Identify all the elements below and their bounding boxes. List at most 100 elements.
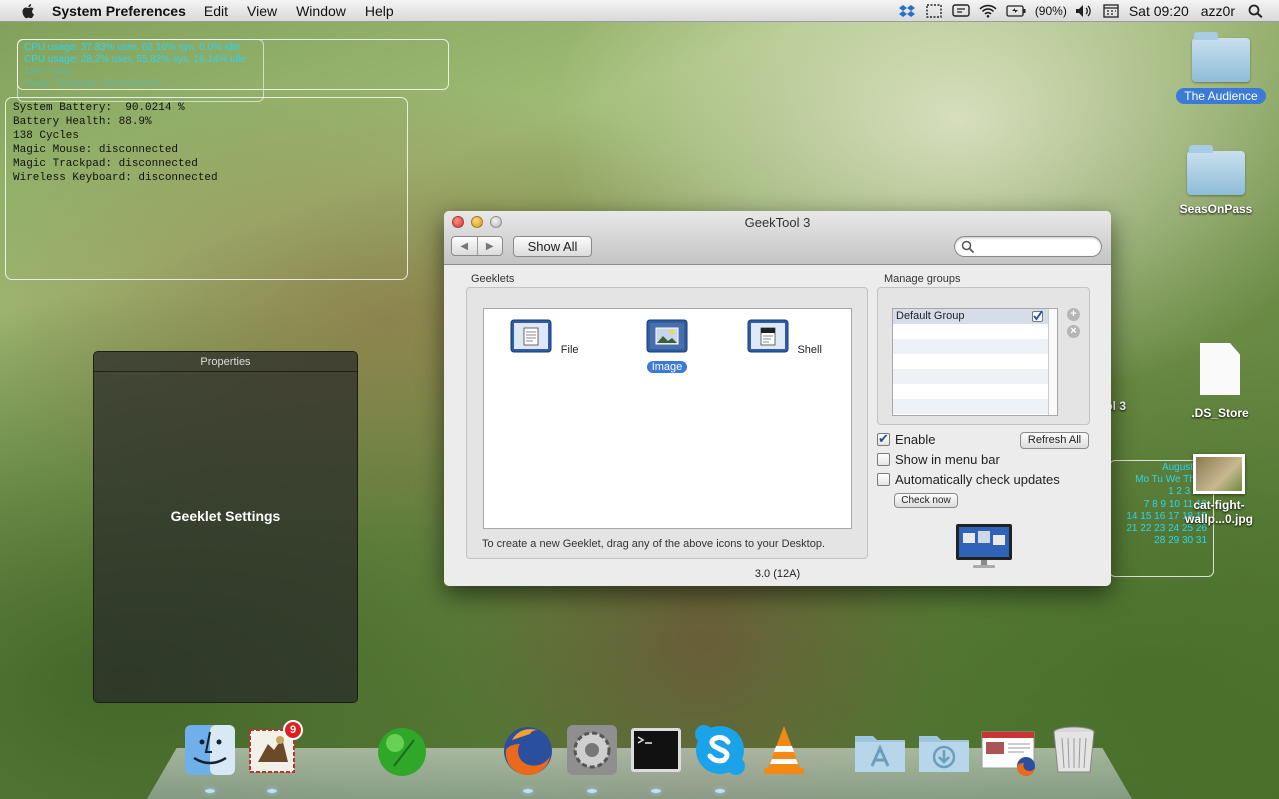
trash-icon[interactable] <box>1046 722 1102 778</box>
enable-row: Enable <box>877 431 935 447</box>
running-indicator <box>587 789 597 793</box>
wifi-icon[interactable] <box>979 4 997 18</box>
show-all-button[interactable]: Show All <box>513 236 592 257</box>
geeklet-settings-label: Geeklet Settings <box>170 508 281 524</box>
apple-menu-icon[interactable] <box>20 3 38 19</box>
geeklet-image[interactable]: Image <box>627 319 707 373</box>
downloads-folder-icon[interactable] <box>916 722 972 778</box>
battery-percent: (90%) <box>1034 4 1067 18</box>
search-input[interactable] <box>954 236 1102 257</box>
running-indicator <box>715 789 725 793</box>
group-name: Default Group <box>896 310 965 322</box>
geeklet-label: Image <box>646 361 688 373</box>
group-row-empty <box>893 324 1057 339</box>
finder-icon[interactable] <box>182 722 238 778</box>
geektool-menu-icon[interactable] <box>952 4 970 18</box>
geektool-window: GeekTool 3 ◀ ▶ Show All Geeklets File Im… <box>444 211 1111 586</box>
folder-icon <box>1192 32 1250 82</box>
skype-icon[interactable] <box>692 722 748 778</box>
document-icon <box>1200 343 1240 395</box>
vlc-icon[interactable] <box>756 722 812 778</box>
menu-edit[interactable]: Edit <box>204 3 228 19</box>
geektool-monitor-icon <box>956 524 1012 568</box>
battery-line: Magic Trackpad: disconnected <box>13 158 198 170</box>
back-button[interactable]: ◀ <box>452 237 478 255</box>
cycles-line: 138 Cycles <box>24 66 74 77</box>
manage-groups-label: Manage groups <box>884 273 961 285</box>
desktop-file-ds-store[interactable]: .DS_Store <box>1165 343 1275 421</box>
search-icon <box>961 240 975 254</box>
running-indicator <box>523 789 533 793</box>
desktop-icon-label: SeasOnPass <box>1179 202 1253 216</box>
checkmark-icon <box>1033 310 1043 321</box>
calendar-week: 28 29 30 31 <box>1154 535 1207 546</box>
battery-line: Magic Mouse: disconnected <box>13 144 179 156</box>
desktop-icon-label: .DS_Store <box>1191 406 1249 420</box>
applications-folder-icon[interactable] <box>852 722 908 778</box>
refresh-all-button[interactable]: Refresh All <box>1020 432 1089 449</box>
manage-groups-box: Default Group + × <box>877 287 1090 425</box>
spotlight-search-icon[interactable] <box>1247 4 1265 18</box>
properties-panel[interactable]: Properties Geeklet Settings <box>93 351 358 703</box>
window-titlebar[interactable]: GeekTool 3 ◀ ▶ Show All <box>444 211 1111 265</box>
shell-geeklet-icon <box>747 319 789 353</box>
group-enabled-checkbox[interactable] <box>1032 310 1043 322</box>
battery-geeklet[interactable]: System Battery: 90.0214 % Battery Health… <box>5 97 408 280</box>
clock[interactable]: Sat 09:20 <box>1129 3 1189 19</box>
geeklets-section-label: Geeklets <box>471 273 515 285</box>
terminal-icon[interactable] <box>628 722 684 778</box>
add-group-button[interactable]: + <box>1067 308 1080 321</box>
battery-line: 138 Cycles <box>13 130 80 142</box>
battery-icon[interactable] <box>1006 4 1026 18</box>
battery-line: Wireless Keyboard: disconnected <box>13 172 218 184</box>
geeklet-shell[interactable]: Shell <box>747 319 827 356</box>
image-thumbnail-icon <box>1193 454 1245 494</box>
geeklet-drag-hint: To create a new Geeklet, drag any of the… <box>482 538 826 550</box>
firefox-icon[interactable] <box>500 722 556 778</box>
groups-list[interactable]: Default Group <box>892 308 1058 416</box>
screen-select-icon[interactable] <box>925 4 943 18</box>
firefox-window-icon[interactable] <box>980 722 1036 778</box>
show-menu-bar-row: Show in menu bar <box>877 452 1000 467</box>
groups-scrollbar[interactable] <box>1048 309 1057 415</box>
show-menu-bar-checkbox[interactable] <box>877 453 890 466</box>
menu-window[interactable]: Window <box>296 3 346 19</box>
auto-updates-checkbox[interactable] <box>877 473 890 486</box>
cpu-usage-line: CPU usage: 37.83% user, 62.16% sys, 0.0%… <box>24 42 241 53</box>
mail-unread-badge: 9 <box>283 720 303 740</box>
dropbox-icon[interactable] <box>898 4 916 18</box>
group-row-empty <box>893 384 1057 399</box>
desktop-folder-the-audience[interactable]: The Audience <box>1166 32 1276 104</box>
back-forward-control: ◀ ▶ <box>451 236 503 256</box>
forward-button[interactable]: ▶ <box>478 237 503 255</box>
green-ball-app-icon[interactable] <box>374 722 430 778</box>
system-preferences-icon[interactable] <box>564 722 620 778</box>
group-row[interactable]: Default Group <box>893 309 1057 324</box>
geeklets-box: File Image Shell To create a new Geeklet… <box>466 287 868 559</box>
menu-bar: System Preferences Edit View Window Help… <box>0 0 1279 22</box>
battery-line: System Battery: 90.0214 % <box>13 102 185 114</box>
running-indicator <box>651 789 661 793</box>
menu-app-name[interactable]: System Preferences <box>52 3 186 19</box>
menu-view[interactable]: View <box>247 3 277 19</box>
calendar-menu-icon[interactable] <box>1102 4 1120 18</box>
menu-help[interactable]: Help <box>365 3 394 19</box>
desktop-file-cat-fight-wallpaper[interactable]: cat-fight- wallp...0.jpg <box>1164 454 1274 526</box>
image-geeklet-icon <box>646 319 688 353</box>
geeklet-label: Shell <box>797 344 822 356</box>
remove-group-button[interactable]: × <box>1067 325 1080 338</box>
group-row-empty <box>893 354 1057 369</box>
desktop-icon-label: cat-fight- wallp...0.jpg <box>1185 498 1253 526</box>
cpu-usage-line: CPU usage: 28.2% user, 55.82% sys, 16.14… <box>24 54 246 65</box>
running-indicator <box>205 789 215 793</box>
check-now-button[interactable]: Check now <box>894 493 958 508</box>
geeklet-file[interactable]: File <box>507 319 587 356</box>
properties-title: Properties <box>94 352 357 372</box>
group-row-empty <box>893 369 1057 384</box>
user-name[interactable]: azz0r <box>1201 3 1235 19</box>
desktop-folder-seasonpass[interactable]: SeasOnPass <box>1161 145 1271 217</box>
trackpad-line: Magic Trackpad: disconnected <box>24 78 160 89</box>
folder-icon <box>1187 145 1245 195</box>
enable-checkbox[interactable] <box>877 431 890 447</box>
volume-icon[interactable] <box>1075 4 1093 18</box>
